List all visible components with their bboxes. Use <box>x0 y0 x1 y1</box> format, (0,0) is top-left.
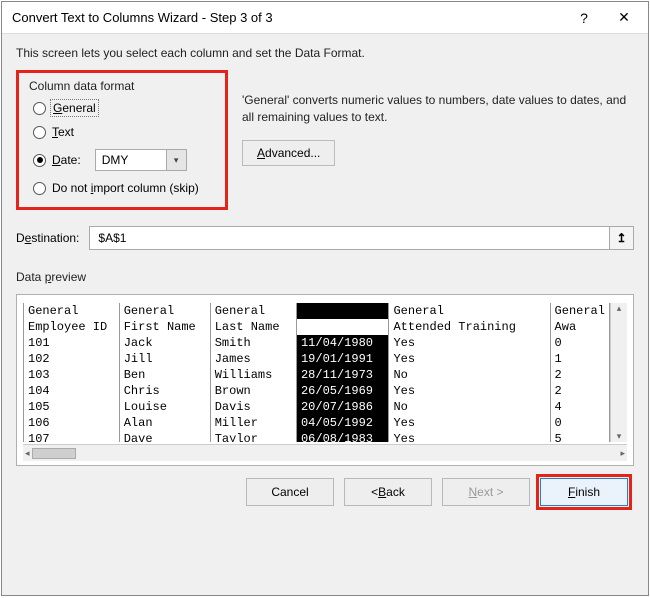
col-header[interactable]: General <box>389 303 550 319</box>
radio-general[interactable]: General <box>33 101 215 115</box>
radio-icon <box>33 102 46 115</box>
table-row: 101JackSmith11/04/1980Yes0 <box>24 335 610 351</box>
preview-table[interactable]: General General General DMY General Gene… <box>23 303 610 442</box>
chevron-down-icon[interactable]: ▾ <box>166 150 186 170</box>
radio-icon <box>33 126 46 139</box>
table-row: 102JillJames19/01/1991Yes1 <box>24 351 610 367</box>
help-icon[interactable]: ? <box>564 3 604 33</box>
range-picker-icon[interactable]: ↥ <box>609 227 633 249</box>
scroll-thumb[interactable] <box>32 448 76 459</box>
col-header[interactable]: General <box>550 303 609 319</box>
destination-input[interactable] <box>90 227 609 249</box>
intro-text: This screen lets you select each column … <box>16 46 634 60</box>
col-header[interactable]: DMY <box>296 303 389 319</box>
table-row: 103BenWilliams28/11/1973No2 <box>24 367 610 383</box>
col-header[interactable]: General <box>24 303 120 319</box>
wizard-buttons: Cancel < Back Next > Finish <box>16 466 634 510</box>
cell: Awa <box>550 319 609 335</box>
scroll-left-icon[interactable]: ◂ <box>25 448 30 459</box>
destination-field-wrap: ↥ <box>89 226 634 250</box>
radio-general-label: General <box>52 101 97 115</box>
table-row: 107DaveTaylor06/08/1983Yes5 <box>24 431 610 442</box>
format-legend: Column data format <box>29 79 215 93</box>
table-row: 105LouiseDavis20/07/1986No4 <box>24 399 610 415</box>
cell: First Name <box>119 319 210 335</box>
radio-icon <box>33 154 46 167</box>
column-data-format-group: Column data format General Text Date: DM… <box>16 70 228 210</box>
date-format-value: DMY <box>96 153 166 167</box>
destination-label: Destination: <box>16 231 79 245</box>
radio-text-label: Text <box>52 125 74 139</box>
vertical-scrollbar[interactable]: ▴ ▾ <box>610 303 627 442</box>
title-bar: Convert Text to Columns Wizard - Step 3 … <box>2 2 648 34</box>
col-header[interactable]: General <box>210 303 296 319</box>
cell: DOB <box>296 319 389 335</box>
format-description: 'General' converts numeric values to num… <box>242 92 634 126</box>
cell: Attended Training <box>389 319 550 335</box>
radio-date-label: Date: <box>52 153 81 167</box>
preview-label: Data preview <box>16 270 634 284</box>
cancel-button[interactable]: Cancel <box>246 478 334 506</box>
scroll-up-icon[interactable]: ▴ <box>617 303 622 314</box>
close-icon[interactable]: ✕ <box>604 3 644 33</box>
radio-text[interactable]: Text <box>33 125 215 139</box>
cell: Employee ID <box>24 319 120 335</box>
next-button: Next > <box>442 478 530 506</box>
format-description-area: 'General' converts numeric values to num… <box>242 70 634 166</box>
window-title: Convert Text to Columns Wizard - Step 3 … <box>12 10 564 25</box>
advanced-button[interactable]: Advanced... <box>242 140 335 166</box>
col-header[interactable]: General <box>119 303 210 319</box>
date-format-combo[interactable]: DMY ▾ <box>95 149 187 171</box>
table-row: 104ChrisBrown26/05/1969Yes2 <box>24 383 610 399</box>
scroll-down-icon[interactable]: ▾ <box>617 431 622 442</box>
scroll-right-icon[interactable]: ▸ <box>620 448 625 459</box>
radio-icon <box>33 182 46 195</box>
finish-button[interactable]: Finish <box>540 478 628 506</box>
radio-skip-label: Do not import column (skip) <box>52 181 199 195</box>
table-row: 106AlanMiller04/05/1992Yes0 <box>24 415 610 431</box>
cell: Last Name <box>210 319 296 335</box>
horizontal-scrollbar[interactable]: ◂ ▸ <box>23 444 627 461</box>
radio-date[interactable]: Date: DMY ▾ <box>33 149 215 171</box>
wizard-dialog: Convert Text to Columns Wizard - Step 3 … <box>1 1 649 596</box>
data-preview: General General General DMY General Gene… <box>16 294 634 466</box>
radio-skip[interactable]: Do not import column (skip) <box>33 181 215 195</box>
back-button[interactable]: < Back <box>344 478 432 506</box>
